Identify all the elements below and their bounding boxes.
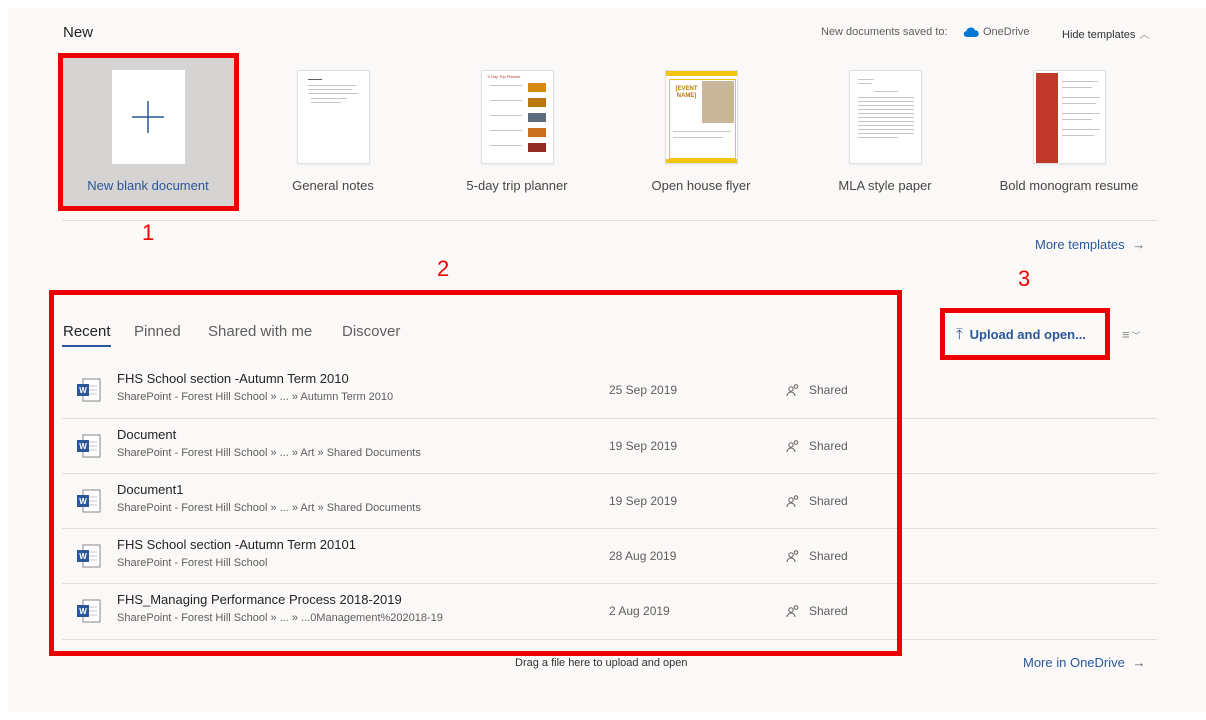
onedrive-cloud-icon (963, 27, 979, 37)
trip-planner-thumb-title: 5 Day Trip Planner (487, 74, 521, 79)
sort-list-icon[interactable]: ≡ ﹀ (1122, 327, 1141, 342)
callout-number-3: 3 (1018, 266, 1031, 291)
template-label: Bold monogram resume (999, 178, 1139, 193)
template-bold-monogram-resume[interactable]: Bold monogram resume (994, 70, 1144, 193)
hide-templates-label: Hide templates (1062, 29, 1136, 41)
template-label: Open house flyer (651, 178, 751, 193)
templates-divider (62, 220, 1157, 221)
arrow-right-icon: → (1132, 655, 1146, 670)
template-5-day-trip-planner[interactable]: 5 Day Trip Planner 5-day trip planner (442, 70, 592, 193)
template-label: MLA style paper (838, 178, 932, 193)
saved-to-label: New documents saved to: (821, 26, 948, 38)
callout-box-3 (940, 308, 1110, 360)
more-templates-label: More templates (1035, 237, 1125, 252)
general-notes-thumbnail (296, 70, 370, 164)
saved-to-location: OneDrive (983, 26, 1030, 38)
open-house-flyer-thumbnail: [EVENT NAME] (664, 70, 738, 164)
callout-box-2 (49, 290, 902, 656)
mla-paper-thumbnail (848, 70, 922, 164)
template-mla-style-paper[interactable]: MLA style paper (810, 70, 960, 193)
section-title-new: New (63, 24, 94, 41)
callout-box-1 (58, 53, 239, 211)
more-in-onedrive-link[interactable]: More in OneDrive → (1023, 655, 1146, 670)
more-templates-link[interactable]: More templates → (1035, 237, 1145, 252)
callout-number-1: 1 (142, 220, 155, 245)
template-label: 5-day trip planner (466, 178, 568, 193)
more-in-onedrive-label: More in OneDrive (1023, 655, 1125, 670)
resume-thumbnail (1032, 70, 1106, 164)
template-open-house-flyer[interactable]: [EVENT NAME] Open house flyer (626, 70, 776, 193)
chevron-up-icon: ︿ (1139, 30, 1150, 41)
template-general-notes[interactable]: General notes (258, 70, 408, 193)
callout-number-2: 2 (437, 256, 450, 281)
drag-drop-hint: Drag a file here to upload and open (515, 657, 688, 669)
hide-templates-button[interactable]: Hide templates ︿ (1062, 26, 1149, 41)
flyer-thumb-title: [EVENT NAME] (675, 86, 698, 99)
trip-planner-thumbnail: 5 Day Trip Planner (480, 70, 554, 164)
arrow-right-icon: → (1132, 237, 1146, 252)
template-label: General notes (292, 178, 374, 193)
